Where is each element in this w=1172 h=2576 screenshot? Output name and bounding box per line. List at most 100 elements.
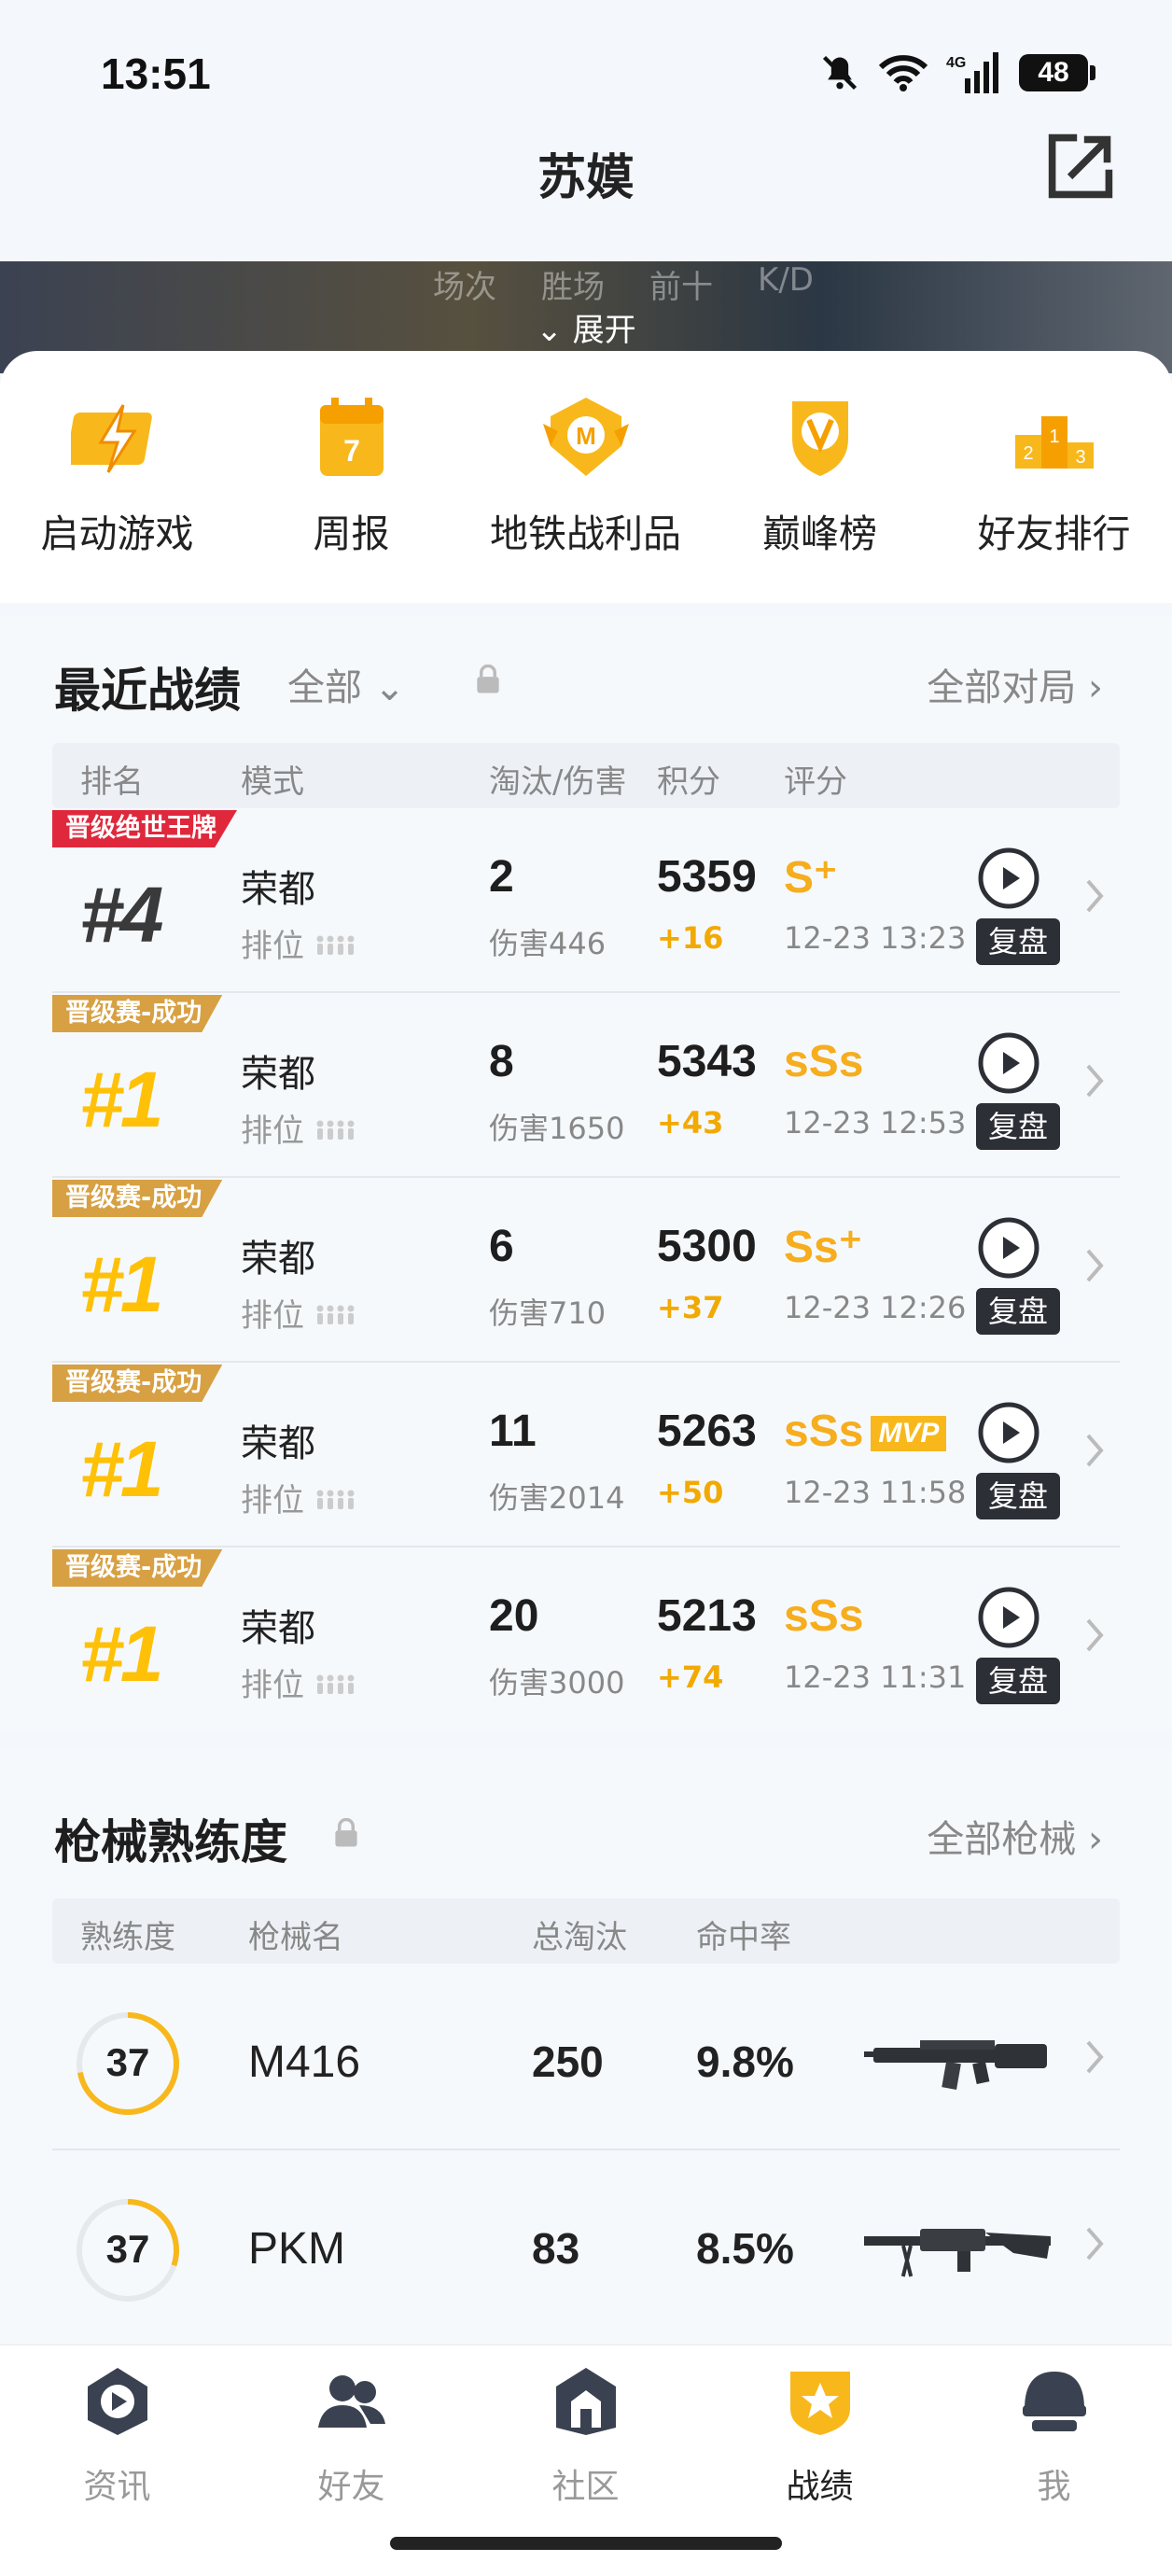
podium-icon: 213 — [1014, 416, 1094, 469]
match-type-label: 排位 — [241, 1667, 304, 1704]
match-time: 12-23 11:58 — [784, 1475, 967, 1510]
replay-button[interactable]: 复盘 — [976, 1030, 1060, 1150]
match-mode: 荣都 — [241, 1053, 315, 1096]
mute-icon — [822, 55, 858, 91]
grade-text: sSs — [784, 1037, 864, 1086]
quick-friend-ranking[interactable]: 213 好友排行 — [937, 390, 1171, 558]
tab-label: 战绩 — [786, 2468, 854, 2506]
record-row[interactable]: 晋级赛-成功 #1 荣都 排位 8 伤害1650 5343 +43 sSs 12… — [52, 993, 1120, 1178]
replay-label: 复盘 — [976, 1103, 1060, 1150]
match-type: 排位 — [241, 1105, 357, 1151]
page-title: 苏嫫 — [537, 150, 635, 206]
replay-label: 复盘 — [976, 1288, 1060, 1335]
banner-label-kd: K/D — [758, 261, 814, 299]
match-mode: 荣都 — [241, 1238, 315, 1281]
tab-news[interactable]: 资讯 — [0, 2364, 234, 2508]
tab-community[interactable]: 社区 — [468, 2364, 703, 2508]
quick-label: 启动游戏 — [40, 511, 194, 556]
rating-grade: sSs — [784, 1036, 863, 1087]
match-time: 12-23 11:31 — [784, 1659, 967, 1695]
mastery-level: 37 — [105, 2040, 150, 2084]
col-name: 枪械名 — [248, 1919, 343, 1956]
match-type-label: 排位 — [241, 928, 304, 965]
tab-label: 我 — [1037, 2468, 1071, 2506]
more-label: 全部对局 — [927, 666, 1077, 709]
match-type: 排位 — [241, 1290, 357, 1336]
status-icons: 4G 48 — [819, 52, 1095, 93]
chevron-right-icon — [1086, 879, 1104, 913]
squad-icon — [316, 1490, 355, 1509]
banner-label-matches: 场次 — [433, 269, 496, 306]
quick-peak-ranking[interactable]: 巅峰榜 — [703, 390, 937, 558]
replay-button[interactable]: 复盘 — [976, 1400, 1060, 1519]
calendar-icon: 7 — [319, 398, 384, 476]
weapon-kills: 250 — [532, 2037, 604, 2086]
section-title: 枪械熟练度 — [54, 1815, 287, 1869]
play-icon — [978, 1032, 1039, 1094]
community-icon — [555, 2368, 616, 2435]
all-weapons-link[interactable]: 全部枪械 › — [927, 1809, 1103, 1863]
mode-filter[interactable]: 全部 ⌄ — [287, 657, 405, 711]
trophy-icon — [791, 401, 848, 476]
wifi-icon — [878, 55, 928, 91]
score-delta: +37 — [657, 1290, 724, 1325]
promotion-tag: 晋级赛-成功 — [52, 1549, 223, 1587]
expand-label: 展开 — [572, 312, 636, 349]
grade-text: sSs — [784, 1591, 864, 1641]
quick-launch-game[interactable]: 启动游戏 — [0, 390, 234, 558]
replay-button[interactable]: 复盘 — [976, 1215, 1060, 1335]
score-delta: +16 — [657, 920, 724, 956]
quick-label: 周报 — [313, 511, 390, 556]
chevron-right-icon — [1086, 1249, 1104, 1282]
eliminations: 8 — [489, 1037, 514, 1086]
quick-label: 地铁战利品 — [490, 511, 681, 556]
record-row[interactable]: 晋级赛-成功 #1 荣都 排位 20 伤害3000 5213 +74 sSs 1… — [52, 1547, 1120, 1732]
col-rank: 排名 — [80, 763, 144, 801]
share-icon[interactable] — [1045, 131, 1116, 202]
score-delta: +50 — [657, 1475, 724, 1510]
replay-label: 复盘 — [976, 1658, 1060, 1704]
weapon-row[interactable]: 37 M416 250 9.8% — [52, 1964, 1120, 2150]
record-row[interactable]: 晋级赛-成功 #1 荣都 排位 11 伤害2014 5263 +50 sSs MV… — [52, 1363, 1120, 1547]
weapon-kills: 83 — [532, 2224, 580, 2273]
match-mode: 荣都 — [241, 1422, 315, 1465]
tab-records[interactable]: 战绩 — [703, 2364, 937, 2508]
damage: 伤害446 — [489, 926, 607, 961]
weapon-name: M416 — [248, 2037, 361, 2087]
home-indicator[interactable] — [390, 2537, 782, 2550]
svg-text:2: 2 — [1023, 443, 1033, 464]
filter-label: 全部 — [287, 666, 362, 709]
record-row[interactable]: 晋级赛-成功 #1 荣都 排位 6 伤害710 5300 +37 Ss⁺ 12-… — [52, 1178, 1120, 1363]
svg-text:7: 7 — [343, 434, 360, 468]
chevron-right-icon — [1086, 2040, 1104, 2074]
eliminations: 6 — [489, 1222, 514, 1271]
all-matches-link[interactable]: 全部对局 › — [927, 657, 1103, 711]
quick-metro-loot[interactable]: M 地铁战利品 — [468, 390, 703, 558]
replay-button[interactable]: 复盘 — [976, 846, 1060, 965]
lock-icon[interactable] — [474, 665, 502, 694]
replay-button[interactable]: 复盘 — [976, 1585, 1060, 1704]
chevron-down-icon: ⌄ — [373, 666, 406, 709]
placement-rank: #1 — [80, 1425, 163, 1513]
rank-score: 5300 — [657, 1222, 757, 1271]
quick-weekly-report[interactable]: 7 周报 — [234, 390, 468, 558]
mastery-level: 37 — [105, 2227, 150, 2271]
damage: 伤害2014 — [489, 1480, 625, 1516]
weapons-table-header: 熟练度 枪械名 总淘汰 命中率 — [52, 1898, 1120, 1964]
tab-friends[interactable]: 好友 — [234, 2364, 468, 2508]
friends-icon — [317, 2375, 385, 2428]
mvp-badge: MVP — [871, 1416, 947, 1452]
machine-gun-icon — [864, 2229, 1051, 2277]
promotion-tag: 晋级赛-成功 — [52, 995, 223, 1032]
record-row[interactable]: 晋级绝世王牌 #4 荣都 排位 2 伤害446 5359 +16 S⁺ 12-2… — [52, 808, 1120, 993]
tab-me[interactable]: 我 — [937, 2364, 1171, 2508]
match-type-label: 排位 — [241, 1297, 304, 1335]
weapon-row[interactable]: 37 PKM 83 8.5% — [52, 2150, 1120, 2337]
svg-text:3: 3 — [1075, 447, 1085, 468]
expand-button[interactable]: ⌄ 展开 — [0, 304, 1172, 350]
col-hit-rate: 命中率 — [696, 1919, 791, 1956]
promotion-tag: 晋级赛-成功 — [52, 1365, 223, 1402]
metro-badge-icon: M — [542, 398, 629, 476]
lock-icon[interactable] — [332, 1818, 360, 1848]
chevron-right-icon: › — [1088, 666, 1103, 709]
